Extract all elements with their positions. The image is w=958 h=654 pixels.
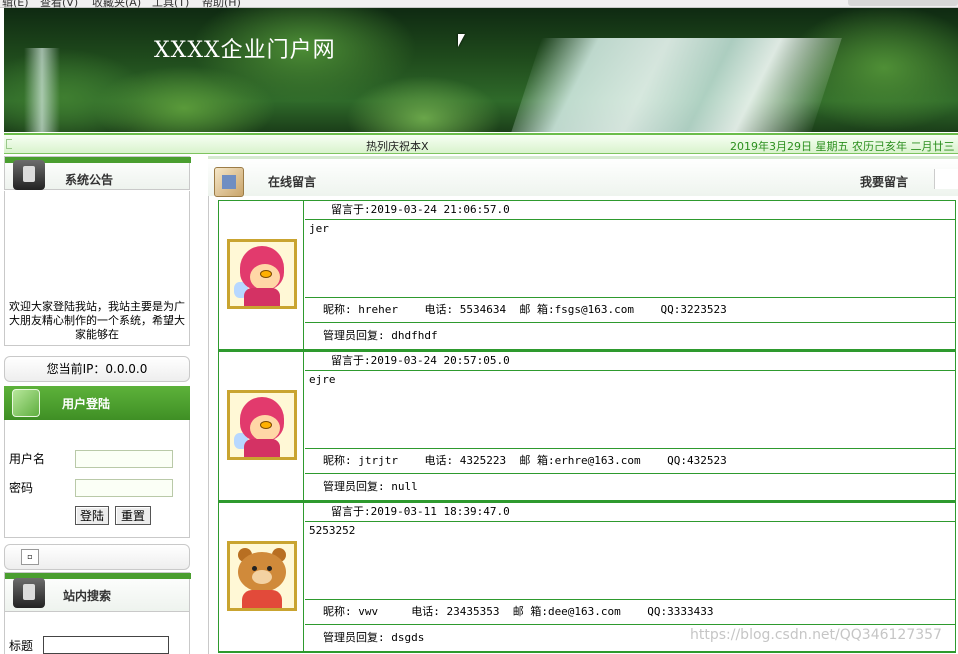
password-input[interactable]	[75, 479, 173, 497]
search-title-label: 标题	[9, 639, 34, 653]
search-form: 标题	[4, 612, 190, 654]
login-form: 用户名 密码 登陆 重置	[4, 420, 190, 538]
message-card: 留言于:2019-03-24 20:57:05.0 ejre 昵称: jtrjt…	[218, 351, 956, 502]
username-label: 用户名	[9, 452, 46, 466]
message-contact-info: 昵称: jtrjtr 电话: 4325223 邮 箱:erhre@163.com…	[305, 449, 955, 474]
pink-character-avatar-icon	[227, 390, 297, 460]
bear-character-avatar-icon	[227, 541, 297, 611]
reset-button[interactable]: 重置	[115, 506, 151, 525]
browser-toolbar-edge	[848, 0, 958, 6]
search-header: 站内搜索	[4, 572, 191, 612]
notice-border	[4, 191, 190, 346]
login-header: 用户登陆	[4, 386, 190, 420]
password-label: 密码	[9, 481, 34, 495]
browser-menubar: 辑(E) 查看(V) 收藏夹(A) 工具(T) 帮助(H)	[0, 0, 958, 9]
scrolling-announcement: 热列庆祝本X	[366, 140, 429, 153]
login-button[interactable]: 登陆	[75, 506, 109, 525]
pink-character-avatar-icon	[227, 239, 297, 309]
column-divider	[208, 196, 209, 654]
guestbook-title: 在线留言	[268, 175, 317, 189]
site-title: XXXX企业门户网	[154, 38, 336, 63]
small-square-icon[interactable]: ▫	[21, 549, 39, 565]
message-time: 留言于:2019-03-11 18:39:47.0	[305, 503, 955, 522]
avatar-cell	[219, 352, 304, 501]
left-sidebar: 系统公告 欢迎大家登陆我站，我站主要是为广大朋友精心制作的一个系统，希望大家能够…	[4, 156, 191, 654]
main-content: 在线留言 我要留言 留言于:2019-03-24 21:06:57.0 jer	[208, 156, 958, 654]
post-message-link[interactable]: 我要留言	[860, 173, 908, 190]
message-time: 留言于:2019-03-24 21:06:57.0	[305, 201, 955, 220]
avatar-cell	[219, 201, 304, 350]
banner-waterfall-small	[24, 48, 60, 132]
login-icon	[12, 389, 40, 417]
mouse-cursor-icon	[458, 34, 465, 47]
username-input[interactable]	[75, 450, 173, 468]
message-content: 5253252	[305, 522, 955, 600]
message-time: 留言于:2019-03-24 20:57:05.0	[305, 352, 955, 371]
banner-waterfall	[506, 38, 842, 132]
login-title: 用户登陆	[62, 397, 111, 411]
admin-reply: 管理员回复: null	[323, 480, 418, 493]
site-banner: XXXX企业门户网	[4, 8, 958, 132]
ip-display: 您当前IP：0.0.0.0	[4, 356, 190, 382]
announcement-bar: 热列庆祝本X 2019年3月29日 星期五 农历己亥年 二月廿三	[4, 133, 958, 154]
search-input[interactable]	[43, 636, 169, 654]
message-content: jer	[305, 220, 955, 298]
message-content: ejre	[305, 371, 955, 449]
guestbook-header: 在线留言 我要留言	[208, 156, 958, 197]
notice-header: 系统公告	[4, 156, 191, 190]
photo-frame-icon	[214, 167, 244, 197]
message-contact-info: 昵称: vwv 电话: 23435353 邮 箱:dee@163.com QQ:…	[305, 600, 955, 625]
small-toolbar: ▫	[4, 544, 190, 570]
current-date: 2019年3月29日 星期五 农历己亥年 二月廿三	[730, 140, 955, 153]
speaker-icon	[13, 160, 45, 190]
csdn-watermark: https://blog.csdn.net/QQ346127357	[690, 627, 942, 643]
avatar-cell	[219, 503, 304, 652]
message-list: 留言于:2019-03-24 21:06:57.0 jer 昵称: hreher…	[218, 200, 956, 653]
search-title: 站内搜索	[63, 589, 112, 603]
bar-cap	[6, 139, 12, 149]
notice-title: 系统公告	[65, 173, 114, 187]
message-contact-info: 昵称: hreher 电话: 5534634 邮 箱:fsgs@163.com …	[305, 298, 955, 323]
speaker-icon	[13, 578, 45, 608]
admin-reply: 管理员回复: dhdfhdf	[323, 329, 438, 342]
message-card: 留言于:2019-03-24 21:06:57.0 jer 昵称: hreher…	[218, 200, 956, 351]
header-end-cap	[934, 169, 958, 189]
